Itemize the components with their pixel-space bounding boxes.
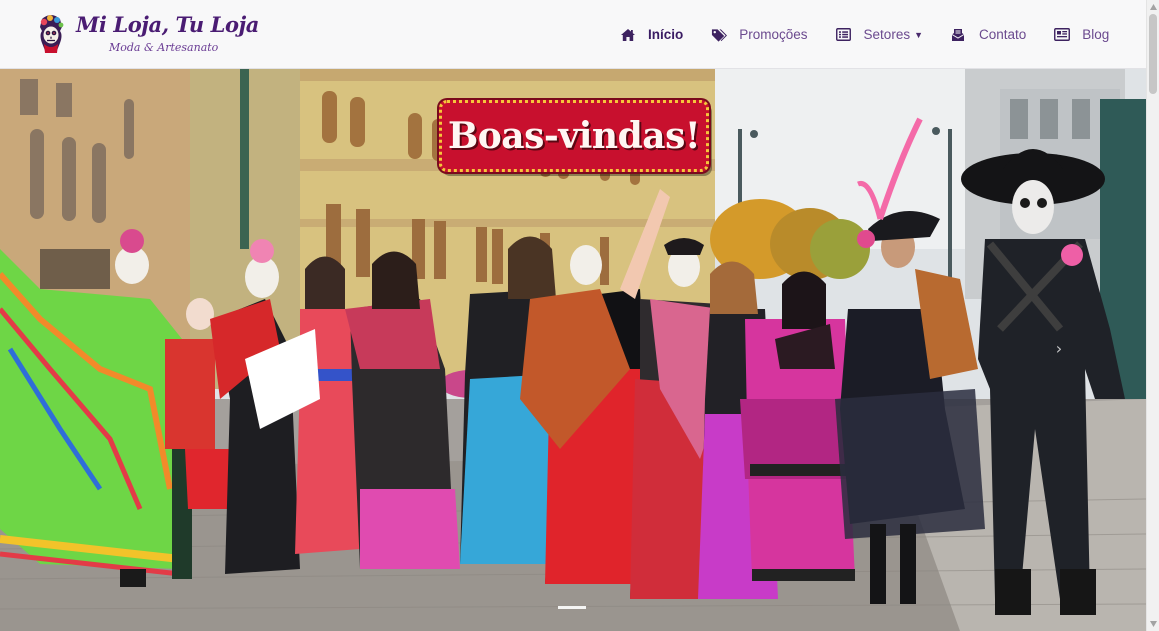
nav-item-setores[interactable]: Setores ▼ xyxy=(835,27,923,42)
envelope-icon xyxy=(951,28,967,42)
top-navbar: Mi Loja, Tu Loja Moda & Artesanato Iníci… xyxy=(0,0,1146,69)
catrina-skull-logo-icon xyxy=(40,15,64,53)
nav-item-inicio[interactable]: Início xyxy=(620,27,683,42)
tags-icon xyxy=(711,28,728,42)
chevron-down-icon: ▼ xyxy=(914,29,923,40)
carousel-indicator-1[interactable] xyxy=(558,606,586,609)
brand-home-link[interactable]: Mi Loja, Tu Loja Moda & Artesanato xyxy=(36,12,259,56)
list-icon xyxy=(835,28,852,42)
page: Mi Loja, Tu Loja Moda & Artesanato Iníci… xyxy=(0,0,1159,631)
nav-item-contato[interactable]: Contato xyxy=(951,27,1026,42)
nav-label-setores: Setores xyxy=(863,27,911,42)
nav-item-promocoes[interactable]: Promoções xyxy=(711,27,808,42)
nav-label-blog: Blog xyxy=(1082,27,1110,42)
brand-subtitle: Moda & Artesanato xyxy=(109,41,219,54)
scrollbar-thumb[interactable] xyxy=(1149,14,1157,94)
welcome-title: Boas-vindas! xyxy=(447,115,701,157)
brand-title: Mi Loja, Tu Loja xyxy=(76,12,259,37)
hero-carousel: Boas-vindas! › xyxy=(0,69,1146,631)
nav-item-blog[interactable]: Blog xyxy=(1054,27,1109,42)
nav-label-inicio: Início xyxy=(648,27,684,42)
home-icon xyxy=(620,28,636,42)
newspaper-icon xyxy=(1054,28,1071,42)
chevron-right-icon: › xyxy=(1055,338,1063,358)
welcome-banner: Boas-vindas! xyxy=(439,100,709,172)
main-nav: Início Promoções Setores ▼ Contato Blog xyxy=(620,0,1137,69)
vertical-scrollbar[interactable] xyxy=(1146,0,1159,631)
scroll-down-arrow-icon[interactable] xyxy=(1149,620,1158,628)
nav-label-promocoes: Promoções xyxy=(739,27,808,42)
scroll-up-arrow-icon[interactable] xyxy=(1149,3,1158,11)
nav-label-contato: Contato xyxy=(979,27,1027,42)
brand-text: Mi Loja, Tu Loja Moda & Artesanato xyxy=(76,12,259,56)
carousel-next-button[interactable]: › xyxy=(1048,335,1070,361)
